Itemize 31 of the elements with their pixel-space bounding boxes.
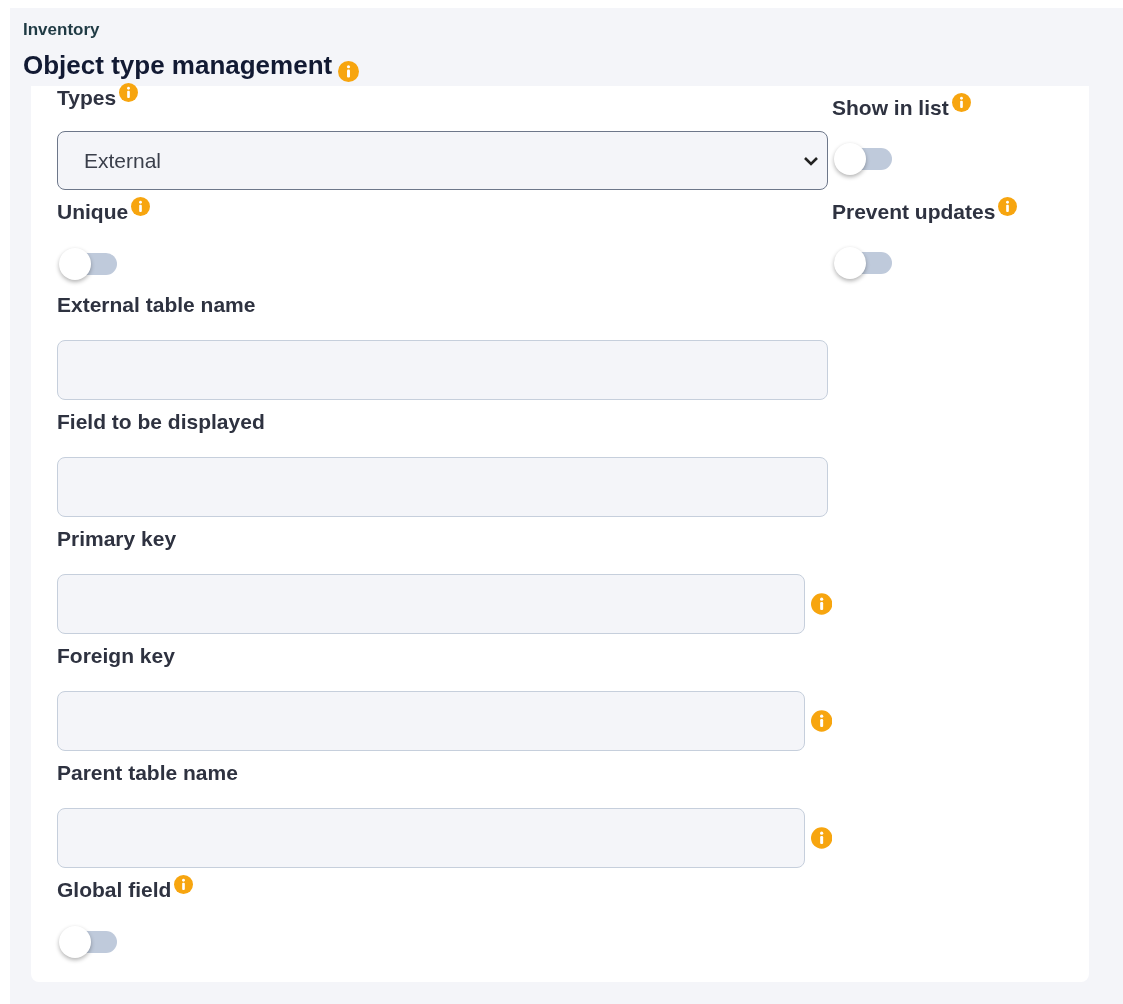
- field-label: External table name: [57, 294, 256, 316]
- info-icon[interactable]: [810, 593, 832, 615]
- field-label: Show in list: [832, 97, 949, 119]
- type-dropdown[interactable]: External: [57, 131, 828, 190]
- info-icon[interactable]: [131, 197, 151, 216]
- input-field[interactable]: [57, 691, 805, 751]
- info-icon[interactable]: [998, 197, 1018, 216]
- field-label: Global field: [57, 879, 172, 901]
- info-icon[interactable]: [810, 710, 832, 732]
- field-label: Unique: [57, 201, 129, 223]
- toggle-switch[interactable]: [834, 143, 892, 175]
- breadcrumb[interactable]: Inventory: [23, 20, 100, 40]
- field-label: Field to be displayed: [57, 411, 265, 433]
- info-icon[interactable]: [338, 61, 360, 82]
- field-label: Primary key: [57, 528, 177, 550]
- info-icon[interactable]: [951, 93, 971, 112]
- info-icon[interactable]: [810, 827, 832, 849]
- field-label: Foreign key: [57, 645, 175, 667]
- info-icon[interactable]: [119, 83, 139, 102]
- input-field[interactable]: [57, 457, 828, 517]
- field-label: Types: [57, 87, 117, 109]
- toggle-switch[interactable]: [59, 926, 117, 958]
- input-field[interactable]: [57, 340, 828, 400]
- input-field[interactable]: [57, 574, 805, 634]
- field-label: Prevent updates: [832, 201, 996, 223]
- toggle-switch[interactable]: [59, 248, 117, 280]
- info-icon[interactable]: [174, 875, 194, 894]
- input-field[interactable]: [57, 808, 805, 868]
- field-label: Parent table name: [57, 762, 238, 784]
- toggle-switch[interactable]: [834, 247, 892, 279]
- page-title: Object type management: [23, 50, 333, 80]
